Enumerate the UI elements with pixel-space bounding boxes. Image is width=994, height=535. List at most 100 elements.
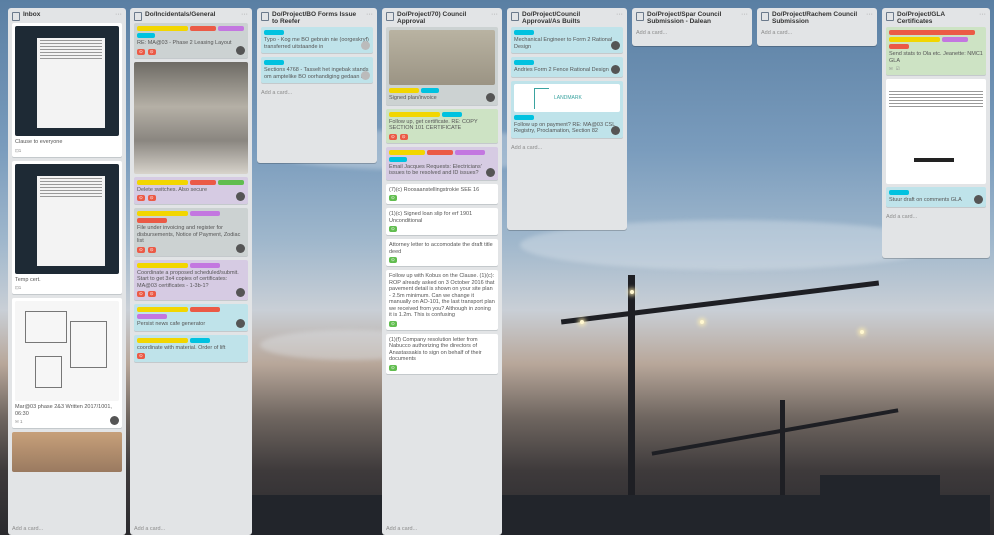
card[interactable]: coordinate with material. Order of lift … — [134, 334, 248, 362]
list-icon — [636, 12, 644, 21]
attachment-icon: ⊡1 — [15, 285, 22, 290]
card-title: (7)(c) Roosaanstellingstrokie SEE 16 — [389, 186, 480, 193]
card[interactable]: Follow up with Kobus on the Clause. (1)(… — [386, 270, 498, 330]
due-badge: ⊙ — [389, 257, 397, 263]
more-icon[interactable]: ··· — [491, 11, 498, 18]
card[interactable]: Persist news cafe generator — [134, 304, 248, 331]
avatar[interactable] — [611, 64, 620, 74]
list-icon — [134, 12, 142, 21]
avatar[interactable] — [974, 194, 983, 204]
card-title: Attorney letter to accomodate the draft … — [389, 242, 493, 255]
card-title: Send stats to Ola etc. Jeanette: NMC1 GL… — [889, 51, 983, 64]
add-card-link[interactable]: Add a card... — [257, 87, 377, 99]
card[interactable]: Attorney letter to accomodate the draft … — [386, 239, 498, 266]
list-title[interactable]: Do/Project/Council Approval/As Builts — [522, 11, 613, 25]
more-icon[interactable]: ··· — [241, 11, 248, 18]
more-icon[interactable]: ··· — [616, 11, 623, 18]
avatar[interactable] — [486, 167, 495, 177]
add-card-link[interactable]: Add a card... — [632, 27, 752, 39]
list-title[interactable]: Do/Project/70) Council Approval — [397, 11, 488, 25]
card-title: Follow up, get certificate. RE: COPY SEC… — [389, 118, 478, 132]
list-header: Inbox ··· — [8, 8, 126, 23]
list-title[interactable]: Do/Project/Spar Council Submission - Dal… — [647, 11, 738, 25]
list-incidentals-general: Do/Incidentals/General ··· RE: MA@03 - P… — [130, 8, 252, 535]
list-title[interactable]: Do/Project/Rachem Council Submission — [772, 11, 863, 25]
card[interactable]: LANDMARK Follow up on payment? RE: MA@03… — [511, 80, 623, 138]
card-cover-image — [12, 432, 122, 472]
card[interactable]: Typo - Kog me BO gebruin nie (oorgeskryf… — [261, 27, 373, 53]
list-inbox: Inbox ··· Clause to everyone ⊡1 Temp cer… — [8, 8, 126, 535]
card-cover-image — [389, 30, 495, 85]
card[interactable]: Coordinate a proposed scheduled/submit. … — [134, 259, 248, 300]
avatar[interactable] — [236, 288, 245, 297]
add-card-link[interactable]: Add a card... — [8, 523, 47, 535]
card[interactable]: (1)(f) Company resolution letter from Na… — [386, 333, 498, 374]
avatar[interactable] — [486, 92, 495, 102]
crane-light — [630, 290, 634, 294]
card[interactable]: (1)(c) Signed loan slip for erf 1901 Unc… — [386, 208, 498, 235]
card[interactable]: Andries Form 2 Fence Rational Design — [511, 57, 623, 77]
avatar[interactable] — [236, 243, 245, 253]
list-council-approval: Do/Project/70) Council Approval ··· Sign… — [382, 8, 502, 535]
building-silhouette — [820, 475, 940, 535]
list-rachem-council: Do/Project/Rachem Council Submission ···… — [757, 8, 877, 46]
avatar[interactable] — [361, 71, 370, 80]
due-badge: ⊙ — [147, 291, 156, 297]
crane-light — [700, 320, 704, 324]
list-header: Do/Project/70) Council Approval ··· — [382, 8, 502, 27]
more-icon[interactable]: ··· — [741, 11, 748, 18]
list-header: Do/Project/BO Forms Issue to Reefer ··· — [257, 8, 377, 27]
card[interactable]: Follow up, get certificate. RE: COPY SEC… — [386, 108, 498, 143]
card-title: Email Jacques Requests: Electricians' is… — [389, 163, 482, 177]
card[interactable]: Signed plan/invoice — [386, 27, 498, 105]
card[interactable]: Email Jacques Requests: Electricians' is… — [386, 146, 498, 180]
avatar[interactable] — [361, 41, 370, 50]
card[interactable]: RE: MA@03 - Phase 2 Leasing Layout ⊙ ⊙ — [134, 23, 248, 58]
comment-icon: ✉ 1 — [15, 419, 23, 424]
card-cover-image — [134, 61, 248, 174]
card[interactable]: Mechanical Engineer to Form 2 Rational D… — [511, 27, 623, 53]
avatar[interactable] — [236, 192, 245, 201]
avatar[interactable] — [611, 41, 620, 50]
card[interactable]: (7)(c) Roosaanstellingstrokie SEE 16 ⊙ — [386, 183, 498, 204]
card[interactable]: Sections 4768 - Tasselt het ingebak stan… — [261, 57, 373, 83]
card[interactable]: Mar@03 phase 2&3 Written 2017/1001, 06:3… — [12, 298, 122, 428]
card[interactable]: Stuur draft on comments GLA — [886, 187, 986, 207]
avatar[interactable] — [236, 318, 245, 328]
list-icon — [12, 12, 20, 21]
list-icon — [261, 12, 269, 21]
add-card-link[interactable]: Add a card... — [507, 142, 627, 154]
add-card-link[interactable]: Add a card... — [382, 523, 421, 535]
card[interactable]: Send stats to Ola etc. Jeanette: NMC1 GL… — [886, 27, 986, 75]
card[interactable]: Temp cert. ⊡1 — [12, 160, 122, 294]
card-title: Persist news cafe generator — [137, 321, 206, 327]
card[interactable]: Clause to everyone ⊡1 — [12, 23, 122, 157]
list-title[interactable]: Inbox — [23, 11, 112, 18]
avatar[interactable] — [611, 125, 620, 135]
card-cover-image: LANDMARK — [514, 83, 620, 112]
more-icon[interactable]: ··· — [366, 11, 373, 18]
card-title: Coordinate a proposed scheduled/submit. … — [137, 269, 239, 289]
more-icon[interactable]: ··· — [866, 11, 873, 18]
more-icon[interactable]: ··· — [115, 11, 122, 18]
add-card-link[interactable]: Add a card... — [882, 211, 990, 223]
list-spar-council: Do/Project/Spar Council Submission - Dal… — [632, 8, 752, 46]
card-cover-image — [15, 301, 119, 401]
more-icon[interactable]: ··· — [979, 11, 986, 18]
add-card-link[interactable]: Add a card... — [757, 27, 877, 39]
list-title[interactable]: Do/Project/GLA Certificates — [897, 11, 976, 25]
avatar[interactable] — [236, 45, 245, 55]
due-badge: ⊙ — [389, 133, 397, 140]
card-title: Signed plan/invoice — [389, 95, 437, 101]
avatar[interactable] — [110, 416, 119, 425]
due-badge: ⊙ — [389, 226, 397, 232]
list-title[interactable]: Do/Project/BO Forms Issue to Reefer — [272, 11, 363, 25]
attachment-icon: ⊡1 — [15, 147, 22, 153]
card[interactable]: Delete switches. Also secure ⊙ ⊙ — [134, 176, 248, 204]
list-title[interactable]: Do/Incidentals/General — [145, 11, 238, 18]
list-header: Do/Project/GLA Certificates ··· — [882, 8, 990, 27]
add-card-link[interactable]: Add a card... — [130, 523, 169, 535]
list-icon — [386, 12, 394, 21]
card[interactable]: File under invoicing and register for di… — [134, 208, 248, 256]
crane-light — [580, 320, 584, 324]
